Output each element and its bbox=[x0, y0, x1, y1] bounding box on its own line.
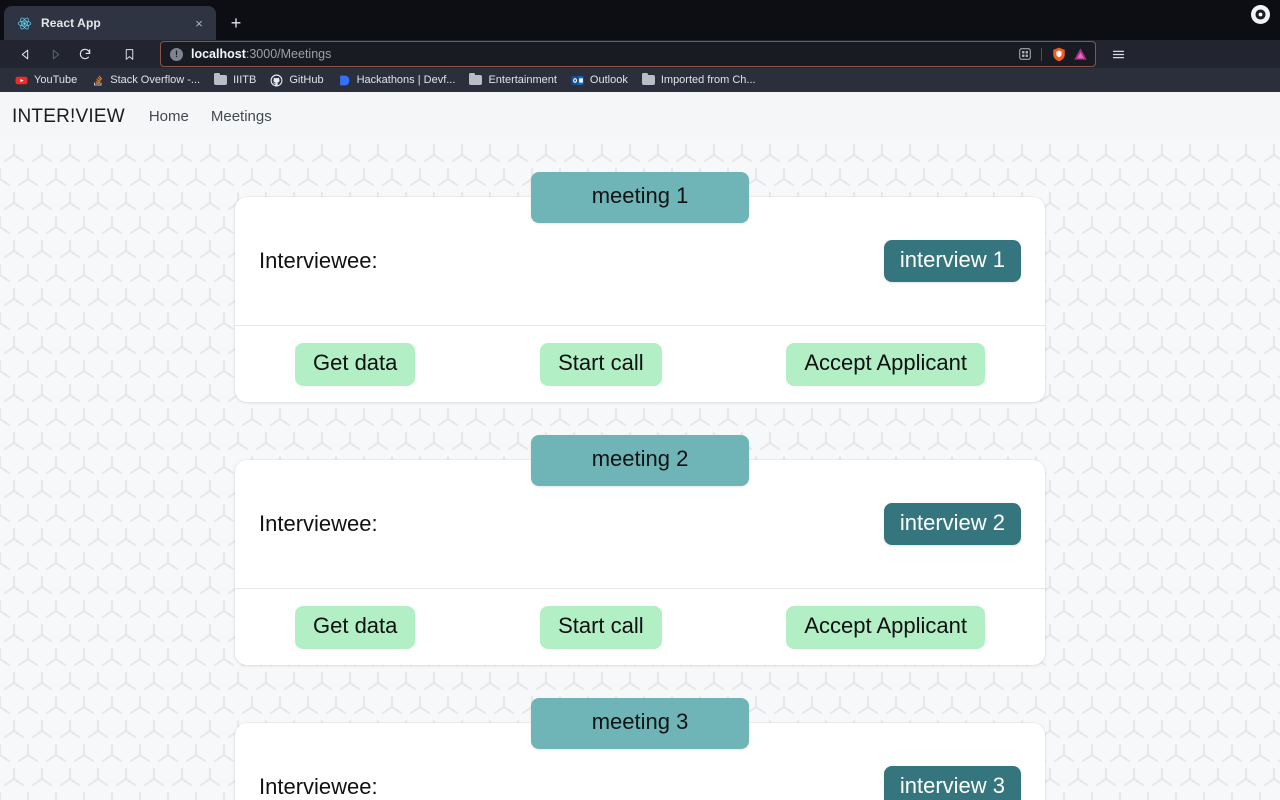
bookmark-outlook[interactable]: Outlook bbox=[564, 72, 635, 89]
back-icon[interactable] bbox=[10, 41, 40, 67]
meeting-card-actions: Get data Start call Accept Applicant bbox=[235, 325, 1045, 402]
meeting-card-list: meeting 1 Interviewee: interview 1 Get d… bbox=[0, 141, 1280, 800]
app-navbar: INTER!VIEW Home Meetings bbox=[0, 92, 1280, 141]
stackoverflow-icon bbox=[91, 74, 104, 87]
bookmark-icon[interactable] bbox=[114, 41, 144, 67]
bookmark-youtube[interactable]: YouTube bbox=[8, 72, 84, 89]
tab-strip: React App × + bbox=[0, 0, 1280, 40]
start-call-button[interactable]: Start call bbox=[540, 342, 662, 386]
bookmark-label: Hackathons | Devf... bbox=[356, 74, 456, 86]
nav-link-home[interactable]: Home bbox=[149, 108, 189, 125]
page-content: meeting 1 Interviewee: interview 1 Get d… bbox=[0, 141, 1280, 800]
qr-code-icon[interactable] bbox=[1016, 46, 1033, 63]
interviewee-label: Interviewee: bbox=[259, 248, 378, 273]
interview-button[interactable]: interview 3 bbox=[883, 766, 1021, 800]
bookmark-hackathons-devfolio[interactable]: Hackathons | Devf... bbox=[331, 72, 463, 89]
forward-icon bbox=[40, 41, 70, 67]
brave-shield-icon[interactable] bbox=[1050, 46, 1067, 63]
app-brand[interactable]: INTER!VIEW bbox=[12, 106, 125, 128]
web-page: INTER!VIEW Home Meetings meeting 1 Inter… bbox=[0, 92, 1280, 800]
meeting-title-badge[interactable]: meeting 2 bbox=[531, 435, 749, 486]
devfolio-icon bbox=[338, 74, 351, 87]
meeting-card-body: meeting 1 Interviewee: interview 1 bbox=[235, 172, 1045, 325]
bookmark-stack-overflow[interactable]: Stack Overflow -... bbox=[84, 72, 207, 89]
meeting-card-body: meeting 2 Interviewee: interview 2 bbox=[235, 435, 1045, 588]
bookmark-label: IIITB bbox=[233, 74, 257, 86]
bookmark-label: Outlook bbox=[589, 74, 628, 86]
meeting-card: meeting 3 Interviewee: interview 3 Get d… bbox=[235, 698, 1045, 800]
tabstrip-right-controls bbox=[1251, 5, 1270, 24]
youtube-icon bbox=[15, 74, 28, 87]
address-bar[interactable]: ! localhost:3000/Meetings bbox=[160, 41, 1096, 67]
bookmark-entertainment[interactable]: Entertainment bbox=[462, 72, 563, 89]
browser-tab[interactable]: React App × bbox=[4, 6, 216, 40]
interview-button[interactable]: interview 1 bbox=[883, 240, 1021, 282]
bookmark-github[interactable]: GitHub bbox=[263, 72, 330, 89]
meeting-card-actions: Get data Start call Accept Applicant bbox=[235, 588, 1045, 665]
bookmark-label: Imported from Ch... bbox=[660, 74, 756, 86]
browser-menu-icon[interactable] bbox=[1104, 41, 1132, 67]
bookmark-label: GitHub bbox=[289, 74, 324, 86]
profile-icon[interactable] bbox=[1251, 5, 1270, 24]
accept-applicant-button[interactable]: Accept Applicant bbox=[786, 342, 985, 386]
tab-title: React App bbox=[41, 16, 101, 30]
meeting-card-body: meeting 3 Interviewee: interview 3 bbox=[235, 698, 1045, 800]
github-icon bbox=[270, 74, 283, 87]
url-host: localhost bbox=[191, 47, 246, 61]
start-call-button[interactable]: Start call bbox=[540, 605, 662, 649]
bookmark-label: YouTube bbox=[34, 74, 78, 86]
browser-toolbar: ! localhost:3000/Meetings bbox=[0, 40, 1280, 68]
address-bar-actions bbox=[1016, 46, 1089, 63]
toolbar-divider bbox=[1041, 47, 1042, 61]
nav-link-meetings[interactable]: Meetings bbox=[211, 108, 272, 125]
bookmark-imported-from-chrome[interactable]: Imported from Ch... bbox=[635, 72, 763, 89]
brave-rewards-icon[interactable] bbox=[1072, 46, 1089, 63]
bookmarks-bar: YouTube Stack Overflow -... IIITB GitHub… bbox=[0, 68, 1280, 92]
url-path: :3000/Meetings bbox=[245, 47, 332, 61]
reload-icon[interactable] bbox=[70, 41, 100, 67]
interview-button[interactable]: interview 2 bbox=[883, 503, 1021, 545]
bookmark-label: Stack Overflow -... bbox=[110, 74, 201, 86]
folder-icon bbox=[214, 72, 228, 87]
interviewee-label: Interviewee: bbox=[259, 511, 378, 536]
bookmark-label: Entertainment bbox=[488, 74, 557, 86]
react-logo-icon bbox=[16, 15, 32, 31]
folder-icon bbox=[469, 72, 483, 87]
accept-applicant-button[interactable]: Accept Applicant bbox=[786, 605, 985, 649]
outlook-icon bbox=[571, 74, 584, 87]
bookmark-iiitb[interactable]: IIITB bbox=[207, 72, 263, 89]
site-info-icon[interactable]: ! bbox=[170, 47, 183, 61]
browser-window: React App × + ! localhost:3000/Meetings … bbox=[0, 0, 1280, 800]
folder-icon bbox=[641, 72, 655, 87]
get-data-button[interactable]: Get data bbox=[295, 605, 416, 649]
meeting-card: meeting 1 Interviewee: interview 1 Get d… bbox=[235, 172, 1045, 402]
close-icon[interactable]: × bbox=[190, 14, 208, 32]
meeting-title-badge[interactable]: meeting 1 bbox=[531, 172, 749, 223]
new-tab-button[interactable]: + bbox=[222, 9, 250, 37]
get-data-button[interactable]: Get data bbox=[295, 342, 416, 386]
meeting-card: meeting 2 Interviewee: interview 2 Get d… bbox=[235, 435, 1045, 665]
url-text: localhost:3000/Meetings bbox=[191, 47, 1008, 61]
interviewee-label: Interviewee: bbox=[259, 774, 378, 799]
meeting-title-badge[interactable]: meeting 3 bbox=[531, 698, 749, 749]
